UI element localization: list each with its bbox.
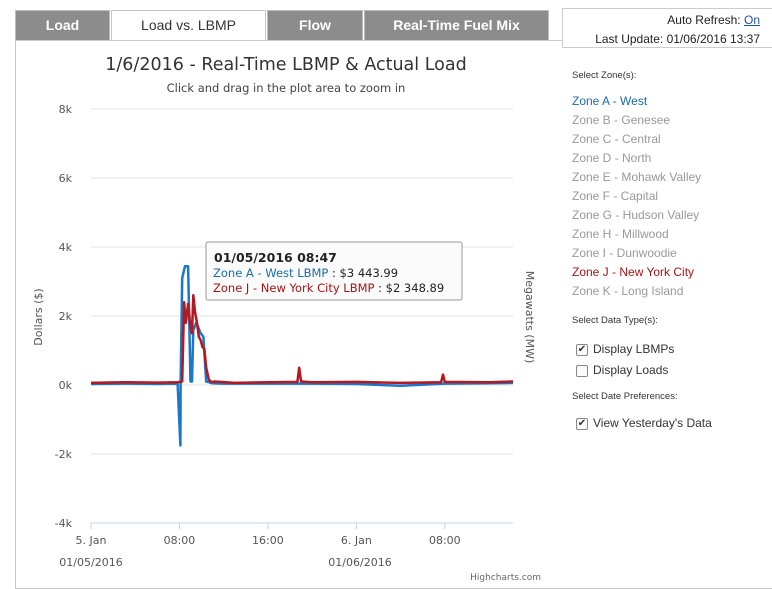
- view-yesterday-checkbox[interactable]: ✔: [576, 417, 588, 430]
- tab-load-vs-lbmp[interactable]: Load vs. LBMP: [111, 10, 266, 41]
- zone-f-capital[interactable]: Zone F - Capital: [572, 187, 712, 206]
- y-tick-label: -4k: [55, 517, 73, 530]
- zone-d-north[interactable]: Zone D - North: [572, 149, 712, 168]
- zone-c-central[interactable]: Zone C - Central: [572, 130, 712, 149]
- view-yesterday-option[interactable]: ✔ View Yesterday's Data: [572, 413, 712, 434]
- display-loads-label: Display Loads: [593, 363, 669, 377]
- tab-flow[interactable]: Flow: [267, 10, 363, 40]
- tooltip-value-a: $3 443.99: [340, 266, 399, 280]
- auto-refresh-toggle[interactable]: On: [744, 13, 760, 27]
- display-lbmps-option[interactable]: ✔ Display LBMPs: [572, 339, 712, 360]
- tooltip-line-j: Zone J - New York City LBMP : $2 348.89: [213, 281, 444, 295]
- zone-g-hudson-valley[interactable]: Zone G - Hudson Valley: [572, 206, 712, 225]
- y-tick-label: 4k: [59, 241, 73, 254]
- y-tick-label: 8k: [59, 103, 73, 116]
- last-update-value: 01/06/2016 13:37: [666, 32, 760, 46]
- x-tick-label: 08:00: [164, 534, 196, 547]
- lbmp-chart[interactable]: 1/6/2016 - Real-Time LBMP & Actual Load …: [16, 41, 561, 586]
- chart-subtitle: Click and drag in the plot area to zoom …: [167, 81, 406, 95]
- tab-fuel-mix[interactable]: Real-Time Fuel Mix: [364, 10, 549, 40]
- highcharts-credit[interactable]: Highcharts.com: [470, 573, 541, 583]
- zone-j-nyc-lbmp-line: [90, 294, 514, 385]
- y-axis-right-label: Megawatts (MW): [523, 271, 536, 364]
- zone-h-millwood[interactable]: Zone H - Millwood: [572, 225, 712, 244]
- zones-header: Select Zone(s):: [572, 70, 637, 81]
- tooltip-value-j: $2 348.89: [386, 281, 445, 295]
- data-type-header: Select Data Type(s):: [572, 315, 658, 326]
- zone-a-west[interactable]: Zone A - West: [572, 92, 712, 111]
- zone-list: Zone A - West Zone B - Genesee Zone C - …: [572, 92, 712, 301]
- display-loads-checkbox[interactable]: [576, 364, 588, 377]
- y-tick-label: -2k: [55, 448, 73, 461]
- zone-b-genesee[interactable]: Zone B - Genesee: [572, 111, 712, 130]
- tooltip-line-a: Zone A - West LBMP : $3 443.99: [213, 266, 398, 280]
- x-date-1: 01/05/2016: [59, 556, 122, 569]
- y-tick-label: 6k: [59, 172, 73, 185]
- zone-k-long-island[interactable]: Zone K - Long Island: [572, 282, 712, 301]
- refresh-panel: Auto Refresh: On Last Update: 01/06/2016…: [562, 8, 772, 48]
- last-update-row: Last Update: 01/06/2016 13:37: [595, 32, 760, 46]
- chart-tooltip: 01/05/2016 08:47 Zone A - West LBMP : $3…: [205, 241, 463, 301]
- display-loads-option[interactable]: Display Loads: [572, 360, 712, 381]
- auto-refresh-label: Auto Refresh:: [667, 13, 741, 27]
- tab-bar: Load Load vs. LBMP Flow Real-Time Fuel M…: [15, 10, 550, 41]
- x-tick-label: 08:00: [429, 534, 461, 547]
- y-tick-label: 2k: [59, 310, 73, 323]
- options-sidebar: Select Zone(s): Zone A - West Zone B - G…: [572, 70, 712, 434]
- view-yesterday-label: View Yesterday's Data: [593, 416, 712, 430]
- y-tick-label: 0k: [59, 379, 73, 392]
- auto-refresh-row: Auto Refresh: On: [667, 13, 760, 27]
- tab-load[interactable]: Load: [15, 10, 110, 40]
- tooltip-series-a: Zone A - West LBMP: [213, 266, 328, 280]
- x-date-2: 01/06/2016: [328, 556, 391, 569]
- tooltip-title: 01/05/2016 08:47: [214, 250, 337, 265]
- tooltip-series-j: Zone J - New York City LBMP: [213, 281, 375, 295]
- zone-e-mohawk-valley[interactable]: Zone E - Mohawk Valley: [572, 168, 712, 187]
- x-tick-label: 16:00: [252, 534, 284, 547]
- zone-j-new-york-city[interactable]: Zone J - New York City: [572, 263, 712, 282]
- x-tick-label: 5. Jan: [76, 534, 107, 547]
- display-lbmps-checkbox[interactable]: ✔: [576, 343, 588, 356]
- date-pref-header: Select Date Preferences:: [572, 391, 678, 402]
- zone-i-dunwoodie[interactable]: Zone I - Dunwoodie: [572, 244, 712, 263]
- chart-title: 1/6/2016 - Real-Time LBMP & Actual Load: [105, 55, 466, 75]
- y-axis-label: Dollars ($): [32, 288, 45, 345]
- display-lbmps-label: Display LBMPs: [593, 342, 675, 356]
- x-tick-label: 6. Jan: [341, 534, 372, 547]
- last-update-label: Last Update:: [595, 32, 664, 46]
